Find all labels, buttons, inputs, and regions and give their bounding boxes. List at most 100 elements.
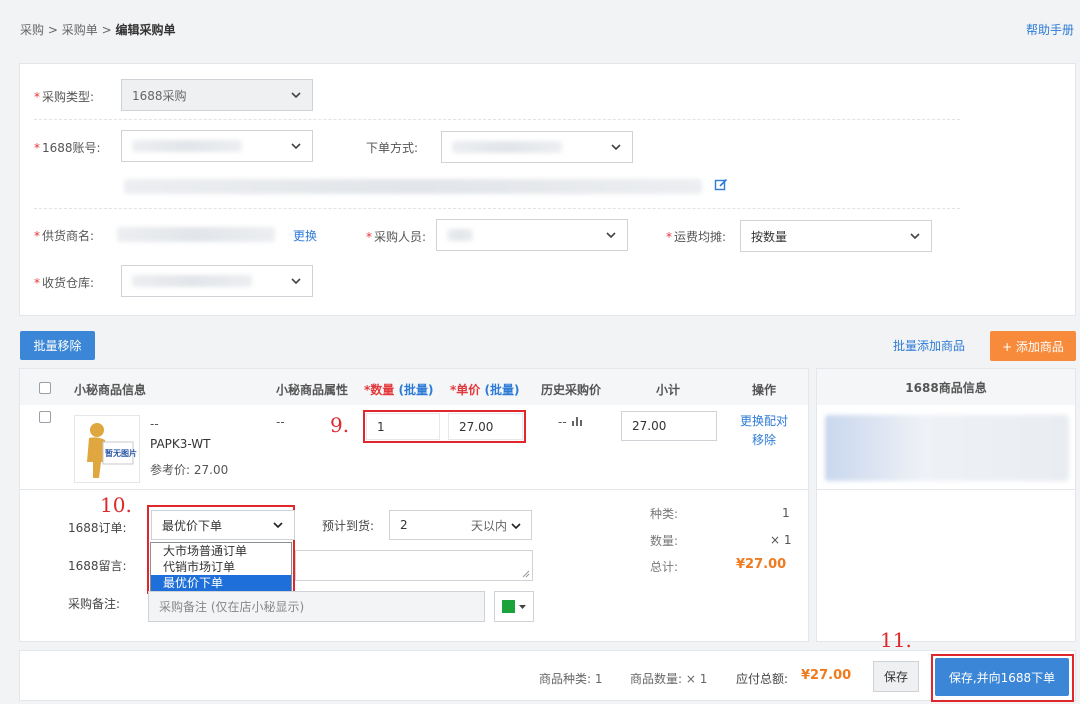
alibaba-panel-header: 1688商品信息: [817, 369, 1075, 405]
chevron-down-icon: [610, 141, 622, 153]
save-and-order-button[interactable]: 保存,并向1688下单: [935, 658, 1069, 696]
chevron-down-icon: [909, 230, 921, 242]
breadcrumb-separator: >: [101, 23, 112, 37]
message-textarea[interactable]: [295, 550, 533, 581]
footer-payable-label: 应付总额:: [736, 672, 789, 686]
product-sku: PAPK3-WT: [150, 437, 211, 451]
qty-label: 数量:: [650, 534, 679, 548]
annotation-step-10: 10.: [100, 493, 132, 517]
header-operations: 操作: [752, 383, 777, 397]
help-manual-link[interactable]: 帮助手册: [1026, 21, 1074, 38]
green-flag-icon: [502, 600, 515, 613]
order-option-market[interactable]: 大市场普通订单: [151, 543, 291, 559]
warehouse-value-blurred: [132, 275, 252, 287]
order-method-select[interactable]: [441, 131, 633, 163]
account-label: * 1688账号:: [34, 141, 101, 155]
caret-down-icon: [519, 604, 526, 609]
batch-price-link[interactable]: (批量): [484, 383, 519, 397]
subtotal-input[interactable]: 27.00: [621, 411, 717, 441]
save-button[interactable]: 保存: [873, 661, 919, 692]
resize-handle-icon[interactable]: [522, 570, 530, 578]
order-type-label: 1688订单:: [68, 521, 127, 535]
eta-select[interactable]: 2 天以内: [389, 510, 532, 540]
eta-unit: 天以内: [470, 518, 507, 533]
chevron-down-icon: [290, 89, 302, 101]
purchase-type-select[interactable]: 1688采购: [121, 79, 313, 111]
select-all-checkbox[interactable]: [39, 382, 51, 394]
history-price: --: [558, 415, 585, 429]
product-attr: --: [276, 415, 285, 429]
remark-input[interactable]: 采购备注 (仅在店小秘显示): [148, 591, 485, 622]
buyer-value-blurred: [447, 229, 473, 241]
row-checkbox[interactable]: [39, 411, 51, 423]
remove-link[interactable]: 移除: [752, 431, 776, 448]
breadcrumb-separator: >: [47, 23, 58, 37]
quantity-input[interactable]: 1: [366, 413, 440, 440]
warehouse-select[interactable]: [121, 265, 313, 297]
eta-value: 2: [400, 518, 408, 532]
order-option-best-price[interactable]: 最优价下单: [151, 575, 291, 591]
footer-kinds: 商品种类: 1: [539, 672, 603, 686]
purchase-type-label: * 采购类型:: [34, 90, 95, 104]
buyer-select[interactable]: [436, 219, 628, 251]
chevron-down-icon: [272, 519, 284, 531]
header-quantity: *数量 (批量): [364, 383, 434, 397]
product-ref-price: 参考价: 27.00: [150, 463, 229, 477]
footer-payable-value: ¥27.00: [801, 668, 852, 683]
price-input[interactable]: 27.00: [448, 413, 523, 440]
order-type-select[interactable]: 最优价下单: [151, 510, 295, 540]
order-option-consignment[interactable]: 代销市场订单: [151, 559, 291, 575]
batch-remove-button[interactable]: 批量移除: [20, 331, 95, 360]
chevron-down-icon: [290, 140, 302, 152]
alibaba-product-blurred[interactable]: [825, 415, 1069, 481]
freight-label: * 运费均摊:: [666, 230, 727, 244]
buyer-label: * 采购人员:: [366, 230, 427, 244]
product-name: --: [150, 417, 159, 431]
freight-select[interactable]: 按数量: [740, 220, 932, 252]
order-type-dropdown: 大市场普通订单 代销市场订单 最优价下单: [150, 542, 292, 592]
breadcrumb-purchase-order[interactable]: 采购单: [62, 23, 98, 37]
alibaba-product-panel: 1688商品信息: [816, 368, 1076, 642]
header-price: *单价 (批量): [450, 383, 520, 397]
change-supplier-link[interactable]: 更换: [293, 227, 317, 244]
breadcrumb-purchase[interactable]: 采购: [20, 23, 44, 37]
breadcrumb-current: 编辑采购单: [115, 23, 176, 37]
chevron-down-icon: [511, 518, 521, 532]
add-product-button[interactable]: + 添加商品: [990, 331, 1076, 361]
form-panel: * 采购类型: 1688采购 * 1688账号: 下单方式: * 供货商名: 更换 *…: [19, 63, 1076, 316]
footer-qty: 商品数量: × 1: [630, 672, 708, 686]
message-label: 1688留言:: [68, 559, 127, 573]
warehouse-label: * 收货仓库:: [34, 276, 95, 290]
header-product-info: 小秘商品信息: [74, 383, 147, 397]
remark-label: 采购备注:: [68, 597, 121, 611]
breadcrumb: 采购 > 采购单 > 编辑采购单: [20, 21, 175, 38]
order-method-label: 下单方式:: [366, 141, 419, 155]
batch-add-products-link[interactable]: 批量添加商品: [893, 337, 965, 354]
rematch-link[interactable]: 更换配对: [740, 412, 788, 429]
flag-color-picker[interactable]: [494, 591, 534, 622]
batch-quantity-link[interactable]: (批量): [398, 383, 433, 397]
header-history-price: 历史采购价: [541, 383, 602, 397]
kinds-label: 种类:: [650, 507, 679, 521]
product-image-placeholder: 暂无图片: [74, 415, 140, 483]
account-value-blurred: [132, 140, 242, 152]
no-image-label: 暂无图片: [105, 449, 137, 458]
bar-chart-icon[interactable]: [571, 415, 585, 429]
total-value: ¥27.00: [736, 557, 787, 572]
edit-icon[interactable]: [714, 178, 728, 195]
eta-label: 预计到货:: [322, 519, 375, 533]
account-select[interactable]: [121, 130, 313, 162]
footer-bar: 商品种类: 1 商品数量: × 1 应付总额: ¥27.00 保存: [19, 650, 1076, 701]
header-subtotal: 小计: [656, 383, 681, 397]
annotation-step-9: 9.: [330, 413, 350, 437]
qty-value: × 1: [770, 533, 792, 547]
address-blurred: [124, 179, 702, 194]
supplier-label: * 供货商名:: [34, 229, 95, 243]
total-label: 总计:: [650, 560, 679, 574]
product-table: 小秘商品信息 小秘商品属性 *数量 (批量) *单价 (批量) 历史采购价 小计…: [19, 368, 809, 642]
chevron-down-icon: [605, 229, 617, 241]
annotation-step-11: 11.: [880, 628, 912, 652]
kinds-value: 1: [782, 506, 790, 520]
chevron-down-icon: [290, 275, 302, 287]
order-method-value-blurred: [452, 141, 562, 153]
